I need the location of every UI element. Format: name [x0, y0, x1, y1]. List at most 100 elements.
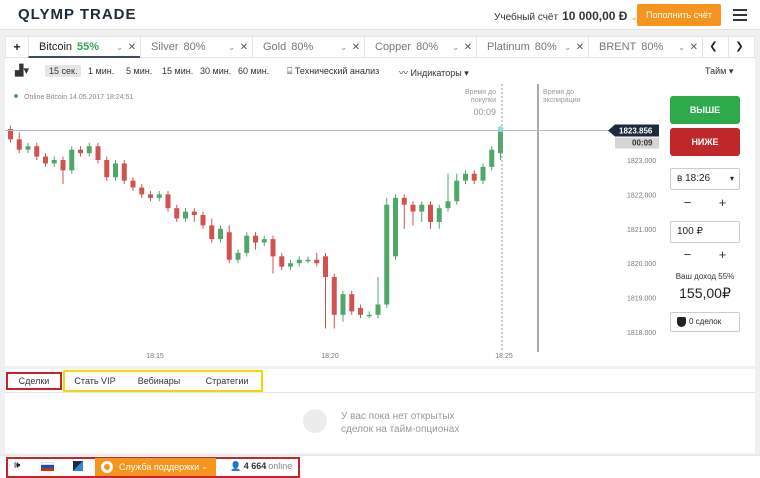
candle-body [349, 294, 355, 312]
close-icon[interactable]: ✕ [240, 37, 248, 58]
tab-gold[interactable]: Gold 80% ⌄ ✕ [252, 37, 364, 58]
empty-deals-line-2: сделок на тайм-опционах [341, 424, 460, 435]
expiry-label-1: Время до [543, 89, 574, 96]
chevron-down-icon[interactable]: ⌄ [678, 37, 685, 58]
lifebuoy-icon [101, 461, 113, 473]
y-tick-label: 1823.000 [627, 158, 656, 165]
close-icon[interactable]: ✕ [128, 37, 136, 58]
deals-count-label: 0 сделок [689, 317, 722, 326]
add-tab-button[interactable]: + [6, 37, 28, 58]
tab-platinum[interactable]: Platinum 80% ⌄ ✕ [476, 37, 588, 58]
tab-copper[interactable]: Copper 80% ⌄ ✕ [364, 37, 476, 58]
time-minus-button[interactable]: − [670, 194, 705, 212]
candle-body [60, 160, 66, 171]
current-timer: 00:09 [632, 139, 653, 148]
tab-payout: 80% [534, 41, 557, 53]
candle-body [445, 201, 451, 209]
deals-count-button[interactable]: 0 сделок [670, 312, 740, 332]
candle-body [16, 139, 22, 150]
sell-down-button[interactable]: НИЖЕ [670, 128, 740, 156]
chevron-down-icon: ▾ [461, 68, 469, 78]
chevron-down-icon[interactable]: ⌄ [564, 37, 571, 58]
hamburger-menu-icon[interactable] [733, 9, 747, 21]
tab-label: Silver [151, 41, 179, 53]
candle-body [174, 208, 180, 219]
chevron-down-icon[interactable]: ⌄ [452, 37, 459, 58]
chevron-down-icon[interactable]: ⌄ [116, 37, 123, 58]
amount-minus-button[interactable]: − [670, 246, 705, 264]
candle-body [454, 180, 460, 202]
tab-label: Gold [263, 41, 287, 53]
candle-body [104, 160, 110, 178]
deals-panel: У вас пока нет открытых сделок на тайм-о… [5, 393, 755, 453]
tab-webinars[interactable]: Вебинары [128, 372, 190, 390]
platform-logo-icon[interactable] [73, 461, 83, 471]
close-icon[interactable]: ✕ [352, 37, 360, 58]
candle-body [419, 204, 425, 212]
sound-icon[interactable]: 🕪 [14, 460, 20, 471]
support-button[interactable]: Служба поддержки ⌄ [95, 458, 216, 476]
amount-input[interactable]: 100 ₽ [670, 221, 740, 243]
purchase-label-2: покупки [471, 97, 496, 104]
account-selector[interactable]: Учебный счёт 10 000,00 Ð ⌄ [494, 9, 638, 23]
candle-body [130, 180, 136, 188]
tab-strategies[interactable]: Стратегии [193, 372, 261, 390]
y-axis-ticks: 1823.000 1822.000 1821.000 1820.000 1819.000… [627, 158, 656, 337]
candle-body [86, 146, 92, 154]
russian-flag-icon[interactable] [41, 462, 54, 471]
deposit-button[interactable]: Пополнить счёт [637, 4, 721, 26]
timeframe-15m[interactable]: 15 мин. [162, 66, 193, 76]
timeframe-60m[interactable]: 60 мин. [238, 66, 269, 76]
timeframe-15s[interactable]: 15 сек. [45, 65, 82, 77]
tab-bitcoin[interactable]: Bitcoin 55% ⌄ ✕ [28, 37, 140, 58]
tab-label: Platinum [487, 41, 530, 53]
expiry-time-select[interactable]: в 18:26 ▾ [670, 168, 740, 190]
y-tick-label: 1821.000 [627, 227, 656, 234]
indicators-icon: 〰 [399, 68, 411, 78]
candle-body [253, 235, 258, 243]
tab-silver[interactable]: Silver 80% ⌄ ✕ [140, 37, 252, 58]
y-tick-label: 1822.000 [627, 192, 656, 199]
buy-up-button[interactable]: ВЫШЕ [670, 96, 740, 124]
close-icon[interactable]: ✕ [690, 37, 698, 58]
candle-body [384, 204, 390, 305]
tab-deals[interactable]: Сделки [6, 372, 62, 390]
expiry-label-2: экспирации [543, 97, 581, 104]
close-icon[interactable]: ✕ [576, 37, 584, 58]
indicators-button[interactable]: 〰 Индикаторы ▾ [399, 66, 469, 79]
candle-body [34, 146, 40, 157]
close-icon[interactable]: ✕ [464, 37, 472, 58]
tabs-prev-icon[interactable]: ❮ [702, 37, 724, 58]
candle-body [323, 256, 328, 277]
chart-area[interactable]: 1823.000 1822.000 1821.000 1820.000 1819.000… [5, 84, 668, 366]
tab-brent[interactable]: BRENT 80% ⌄ ✕ [588, 37, 702, 58]
candles-group [8, 125, 503, 329]
tabs-next-icon[interactable]: ❯ [728, 37, 750, 58]
timeframe-5m[interactable]: 5 мин. [126, 66, 152, 76]
candlestick-chart[interactable]: 1823.000 1822.000 1821.000 1820.000 1819.000… [5, 84, 668, 366]
candle-body [331, 276, 337, 315]
candle-body [69, 149, 75, 171]
chart-type-icon[interactable]: ▟▾ [15, 64, 29, 77]
candle-body [471, 173, 477, 181]
candle-body [489, 149, 495, 167]
tab-become-vip[interactable]: Стать VIP [65, 372, 125, 390]
chevron-down-icon[interactable]: ⌄ [340, 37, 347, 58]
logo[interactable]: QLYMP TRADE [18, 6, 137, 23]
analysis-icon: ⌸ [287, 66, 295, 76]
candle-body [279, 256, 285, 267]
candle-body [296, 259, 302, 264]
candle-body [183, 211, 188, 219]
timeframe-1m[interactable]: 1 мин. [88, 66, 114, 76]
candle-body [191, 211, 197, 216]
candle-body [410, 204, 416, 212]
theme-selector[interactable]: Тайм ▾ [705, 66, 733, 77]
time-plus-button[interactable]: + [705, 194, 740, 212]
tab-label: BRENT [599, 41, 637, 53]
amount-plus-button[interactable]: + [705, 246, 740, 264]
chevron-down-icon[interactable]: ⌄ [228, 37, 235, 58]
candle-body [200, 215, 206, 226]
tech-analysis-button[interactable]: ⌸ Технический анализ [287, 66, 379, 77]
timeframe-30m[interactable]: 30 мин. [200, 66, 231, 76]
candle-body [95, 146, 101, 160]
